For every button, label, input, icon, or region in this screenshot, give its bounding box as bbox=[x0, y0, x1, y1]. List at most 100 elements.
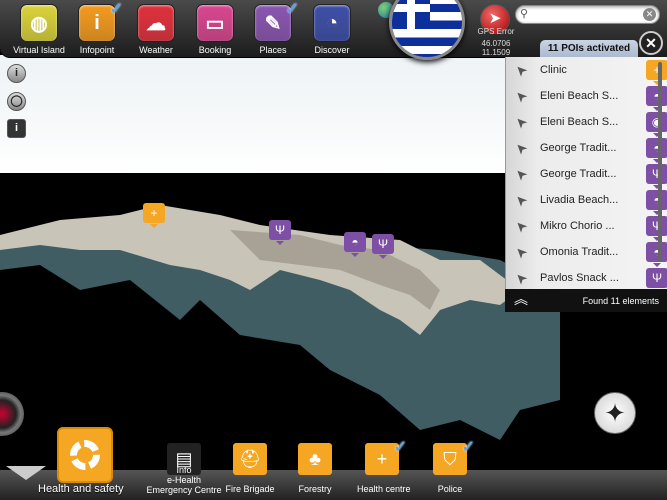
app-label: Weather bbox=[139, 45, 173, 55]
search-field[interactable]: ⚲ ✕ bbox=[515, 5, 660, 24]
map-pin-bar[interactable]: Ψ bbox=[372, 234, 394, 259]
poi-name: Livadia Beach... bbox=[540, 194, 619, 206]
search-input[interactable] bbox=[534, 8, 639, 21]
app-weather[interactable]: ☁ Weather bbox=[127, 4, 185, 55]
app-label: Booking bbox=[198, 45, 232, 55]
map-pin-clinic[interactable]: + bbox=[143, 203, 165, 228]
expand-up-icon[interactable]: ︽ bbox=[514, 292, 528, 306]
map-pin-bar[interactable]: Ψ bbox=[269, 220, 291, 245]
poi-category-icon: Ψ bbox=[646, 164, 667, 189]
poi-list-item[interactable]: ➤ Eleni Beach S... ◓ bbox=[506, 83, 667, 111]
app-label: Discover bbox=[314, 45, 350, 55]
app-label: Infopoint bbox=[79, 45, 115, 55]
poi-name: Eleni Beach S... bbox=[540, 90, 619, 102]
category-fire-brigade[interactable]: ⛑ Fire Brigade bbox=[225, 443, 275, 494]
health-safety-category-button[interactable] bbox=[57, 427, 113, 483]
poi-list-item[interactable]: ➤ George Tradit... Ψ bbox=[506, 161, 667, 189]
navigate-arrow-icon[interactable]: ➤ bbox=[504, 131, 537, 164]
poi-list-item[interactable]: ➤ Pavlos Snack ... Ψ bbox=[506, 265, 667, 293]
poi-list-item[interactable]: ➤ Omonia Tradit... ◓ bbox=[506, 239, 667, 267]
poi-category-icon: + bbox=[646, 60, 667, 85]
app-booking[interactable]: ▭ Booking bbox=[186, 4, 244, 55]
category-icon: + ✓ bbox=[365, 439, 407, 475]
info-icon[interactable]: i bbox=[7, 64, 26, 83]
category-label: Fire Brigade bbox=[225, 484, 275, 494]
found-count: Found 11 elements bbox=[582, 296, 659, 306]
category-icon: ♣ bbox=[298, 443, 332, 475]
navigate-arrow-icon[interactable]: ➤ bbox=[504, 235, 537, 268]
poi-list-item[interactable]: ➤ George Tradit... ◓ bbox=[506, 135, 667, 163]
places-icon: ✎ ✓ bbox=[254, 1, 299, 42]
navigate-arrow-icon[interactable]: ➤ bbox=[504, 183, 537, 216]
check-icon: ✓ bbox=[285, 1, 299, 18]
category-health-centre[interactable]: + ✓ Health centre bbox=[357, 439, 411, 494]
category-forestry[interactable]: ♣ Forestry bbox=[290, 443, 340, 494]
category-icon: ⛑ bbox=[233, 443, 267, 475]
app-discover[interactable]: ◔ Discover bbox=[303, 4, 361, 55]
booking-icon: ▭ bbox=[196, 4, 234, 42]
category-e-health-emergency-centre[interactable]: ▤ Info e-Health Emergency Centre bbox=[146, 443, 222, 495]
category-icon: ⛉ ✓ bbox=[433, 439, 475, 475]
app-virtual-island[interactable]: ◍ Virtual Island bbox=[10, 4, 68, 55]
details-icon[interactable]: i bbox=[7, 119, 26, 138]
category-label: Forestry bbox=[298, 484, 332, 494]
main-category-label: Health and safety bbox=[38, 483, 124, 495]
poi-category-icon: Ψ bbox=[646, 268, 667, 293]
navigate-arrow-icon[interactable]: ➤ bbox=[504, 209, 537, 242]
app-label: Places bbox=[259, 45, 287, 55]
category-label: Police bbox=[437, 484, 463, 494]
check-icon: ✓ bbox=[109, 1, 123, 18]
navigate-arrow-icon[interactable]: ➤ bbox=[504, 105, 537, 138]
gps-status: GPS Error bbox=[477, 27, 515, 36]
poi-category-icon: ◓ bbox=[646, 86, 667, 111]
navigate-arrow-icon[interactable]: ➤ bbox=[504, 157, 537, 190]
poi-list-footer: ︽ Found 11 elements bbox=[505, 289, 667, 312]
discover-icon: ◔ bbox=[313, 4, 351, 42]
poi-name: Clinic bbox=[540, 64, 567, 76]
category-overlay: Info bbox=[176, 465, 192, 475]
poi-list-item[interactable]: ➤ Mikro Chorio ... Ψ bbox=[506, 213, 667, 241]
weather-icon: ☁ bbox=[137, 4, 175, 42]
poi-list-item[interactable]: ➤ Livadia Beach... ◓ bbox=[506, 187, 667, 215]
poi-category-icon: ◓ bbox=[646, 190, 667, 215]
lifebuoy-icon bbox=[70, 440, 100, 470]
gps-latitude: 46.0706 bbox=[481, 39, 511, 48]
search-icon: ⚲ bbox=[520, 8, 529, 20]
poi-name: George Tradit... bbox=[540, 168, 617, 180]
navigate-arrow-icon[interactable]: ➤ bbox=[504, 79, 537, 112]
poi-name: Eleni Beach S... bbox=[540, 116, 619, 128]
app-label: Virtual Island bbox=[13, 45, 65, 55]
close-panel-button[interactable]: ✕ bbox=[639, 31, 663, 55]
poi-name: Mikro Chorio ... bbox=[540, 220, 615, 232]
poi-category-icon: ◓ bbox=[646, 242, 667, 267]
pois-activated-tab[interactable]: 11 POIs activated bbox=[540, 40, 638, 58]
category-police[interactable]: ⛉ ✓ Police bbox=[425, 439, 475, 494]
check-icon: ✓ bbox=[461, 439, 475, 456]
poi-name: George Tradit... bbox=[540, 142, 617, 154]
collapse-down-icon[interactable] bbox=[6, 466, 46, 480]
poi-list: ➤ Clinic + ➤ Eleni Beach S... ◓ ➤ Eleni Beach S… bbox=[505, 57, 667, 293]
poi-list-scrollbar[interactable] bbox=[658, 62, 662, 262]
virtual-island-icon: ◍ bbox=[20, 4, 58, 42]
poi-category-icon: ◉ bbox=[646, 112, 667, 137]
app-places[interactable]: ✎ ✓ Places bbox=[244, 1, 302, 55]
speech-bubble-icon[interactable]: ◯ bbox=[7, 92, 26, 111]
flag-canton bbox=[392, 0, 430, 29]
map-pin-beach[interactable]: ◓ bbox=[344, 232, 366, 257]
category-label: e-Health Emergency Centre bbox=[146, 475, 222, 495]
poi-category-icon: Ψ bbox=[646, 216, 667, 241]
poi-name: Omonia Tradit... bbox=[540, 246, 619, 258]
poi-list-item[interactable]: ➤ Eleni Beach S... ◉ bbox=[506, 109, 667, 137]
check-icon: ✓ bbox=[393, 439, 407, 456]
clear-search-icon[interactable]: ✕ bbox=[643, 8, 656, 21]
gps-arrow-icon: ➤ bbox=[488, 10, 502, 27]
poi-name: Pavlos Snack ... bbox=[540, 272, 619, 284]
infopoint-icon: i ✓ bbox=[78, 1, 123, 42]
category-label: Health centre bbox=[357, 484, 411, 494]
category-icon: ▤ Info bbox=[167, 443, 201, 475]
poi-list-item[interactable]: ➤ Clinic + bbox=[506, 57, 667, 85]
navigate-arrow-icon[interactable]: ➤ bbox=[504, 53, 537, 86]
poi-category-icon: ◓ bbox=[646, 138, 667, 163]
compass-icon[interactable]: ✦ bbox=[594, 392, 636, 434]
app-infopoint[interactable]: i ✓ Infopoint bbox=[68, 1, 126, 55]
